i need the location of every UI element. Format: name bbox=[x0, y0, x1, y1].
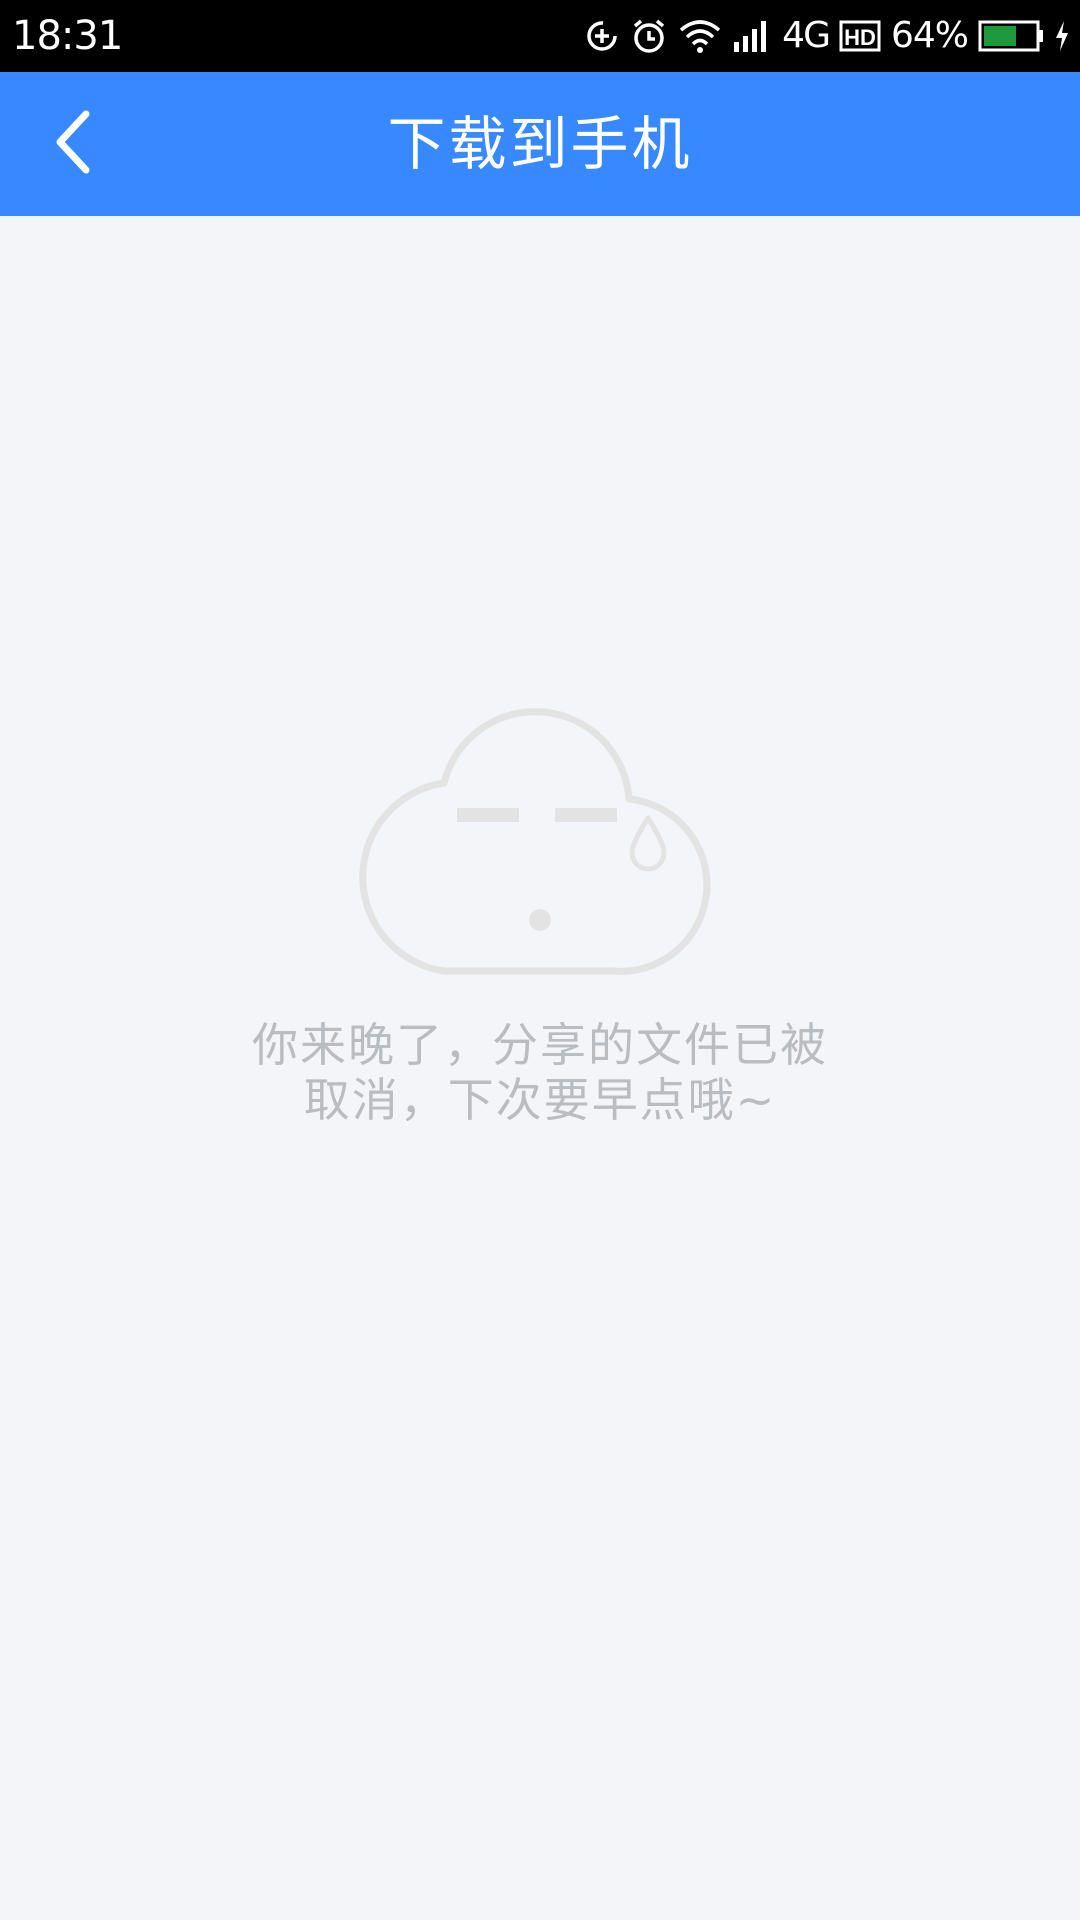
status-time: 18:31 bbox=[12, 13, 123, 59]
sync-icon bbox=[584, 18, 620, 54]
empty-message: 你来晚了，分享的文件已被 取消，下次要早点哦~ bbox=[230, 1018, 850, 1128]
hd-badge-text: HD bbox=[844, 25, 876, 50]
chevron-left-icon bbox=[48, 108, 96, 180]
alarm-icon bbox=[630, 17, 668, 55]
battery-percent: 64% bbox=[890, 15, 969, 56]
status-icons: 4G HD 64% bbox=[584, 12, 1070, 60]
empty-message-line2: 取消，下次要早点哦~ bbox=[303, 1073, 777, 1127]
app-bar: 下载到手机 bbox=[0, 72, 1080, 216]
hd-icon: HD bbox=[839, 20, 881, 52]
signal-icon bbox=[732, 18, 772, 54]
empty-message-line1: 你来晚了，分享的文件已被 bbox=[252, 1018, 828, 1072]
charging-icon bbox=[1054, 19, 1070, 53]
wifi-icon bbox=[678, 18, 722, 54]
status-bar: 18:31 4G HD 64% bbox=[0, 0, 1080, 72]
back-button[interactable] bbox=[30, 102, 114, 186]
sad-cloud-icon bbox=[352, 680, 722, 980]
network-type-label: 4G bbox=[782, 15, 831, 56]
battery-icon bbox=[978, 19, 1044, 53]
page-title: 下载到手机 bbox=[387, 110, 693, 178]
